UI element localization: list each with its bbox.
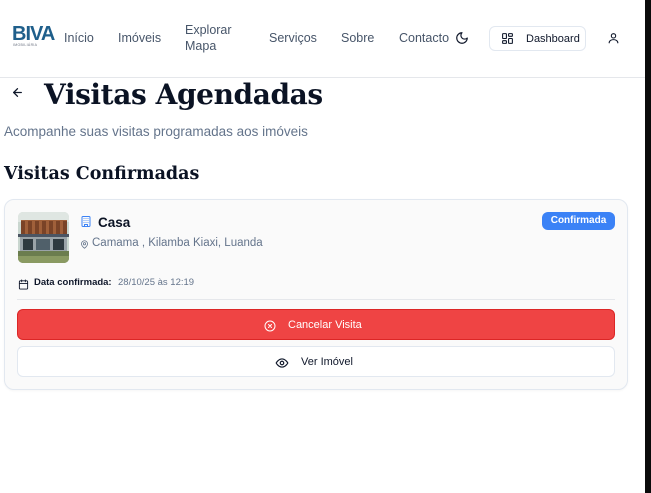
divider xyxy=(17,299,615,300)
dashboard-label: Dashboard xyxy=(526,33,580,45)
brand-tagline: IMOBILIÁRIA xyxy=(13,43,38,47)
layout-grid-icon xyxy=(501,32,514,45)
brand-logo[interactable]: BIVA IMOBILIÁRIA xyxy=(12,24,56,48)
visit-card: Casa Confirmada Camama , Kilamba Kiaxi, … xyxy=(4,199,628,390)
nav-link-explorar-mapa[interactable]: Explorar Mapa xyxy=(185,22,241,54)
building-icon xyxy=(80,215,92,228)
nav-link-servicos[interactable]: Serviços xyxy=(269,30,317,46)
cancel-visit-button[interactable]: Cancelar Visita xyxy=(17,309,615,340)
view-property-label: Ver Imóvel xyxy=(301,356,353,368)
user-icon[interactable] xyxy=(607,31,620,45)
cancel-visit-label: Cancelar Visita xyxy=(288,319,362,331)
arrow-left-icon[interactable] xyxy=(11,86,24,99)
window-edge xyxy=(645,0,651,493)
nav-link-imoveis[interactable]: Imóveis xyxy=(118,30,161,46)
property-location: Camama , Kilamba Kiaxi, Luanda xyxy=(92,237,263,249)
date-label: Data confirmada: xyxy=(34,277,112,288)
status-badge: Confirmada xyxy=(542,212,615,230)
property-type: Casa xyxy=(98,215,131,230)
map-pin-icon xyxy=(80,237,89,249)
nav-link-sobre[interactable]: Sobre xyxy=(341,30,374,46)
view-property-button[interactable]: Ver Imóvel xyxy=(17,346,615,377)
page-subtitle: Acompanhe suas visitas programadas aos i… xyxy=(4,124,308,139)
moon-icon[interactable] xyxy=(455,31,469,45)
brand-name: BIVA xyxy=(12,23,55,45)
eye-icon xyxy=(275,356,289,368)
section-title: Visitas Confirmadas xyxy=(4,164,200,184)
property-thumbnail[interactable] xyxy=(18,212,69,263)
nav-link-contacto[interactable]: Contacto xyxy=(399,30,449,46)
calendar-icon xyxy=(18,277,29,290)
date-value: 28/10/25 às 12:19 xyxy=(118,277,195,288)
navbar: BIVA IMOBILIÁRIA Início Imóveis Explorar… xyxy=(0,0,645,78)
nav-link-inicio[interactable]: Início xyxy=(64,30,94,46)
dashboard-button[interactable]: Dashboard xyxy=(489,26,586,51)
page-title: Visitas Agendadas xyxy=(44,78,323,111)
x-circle-icon xyxy=(264,319,276,332)
